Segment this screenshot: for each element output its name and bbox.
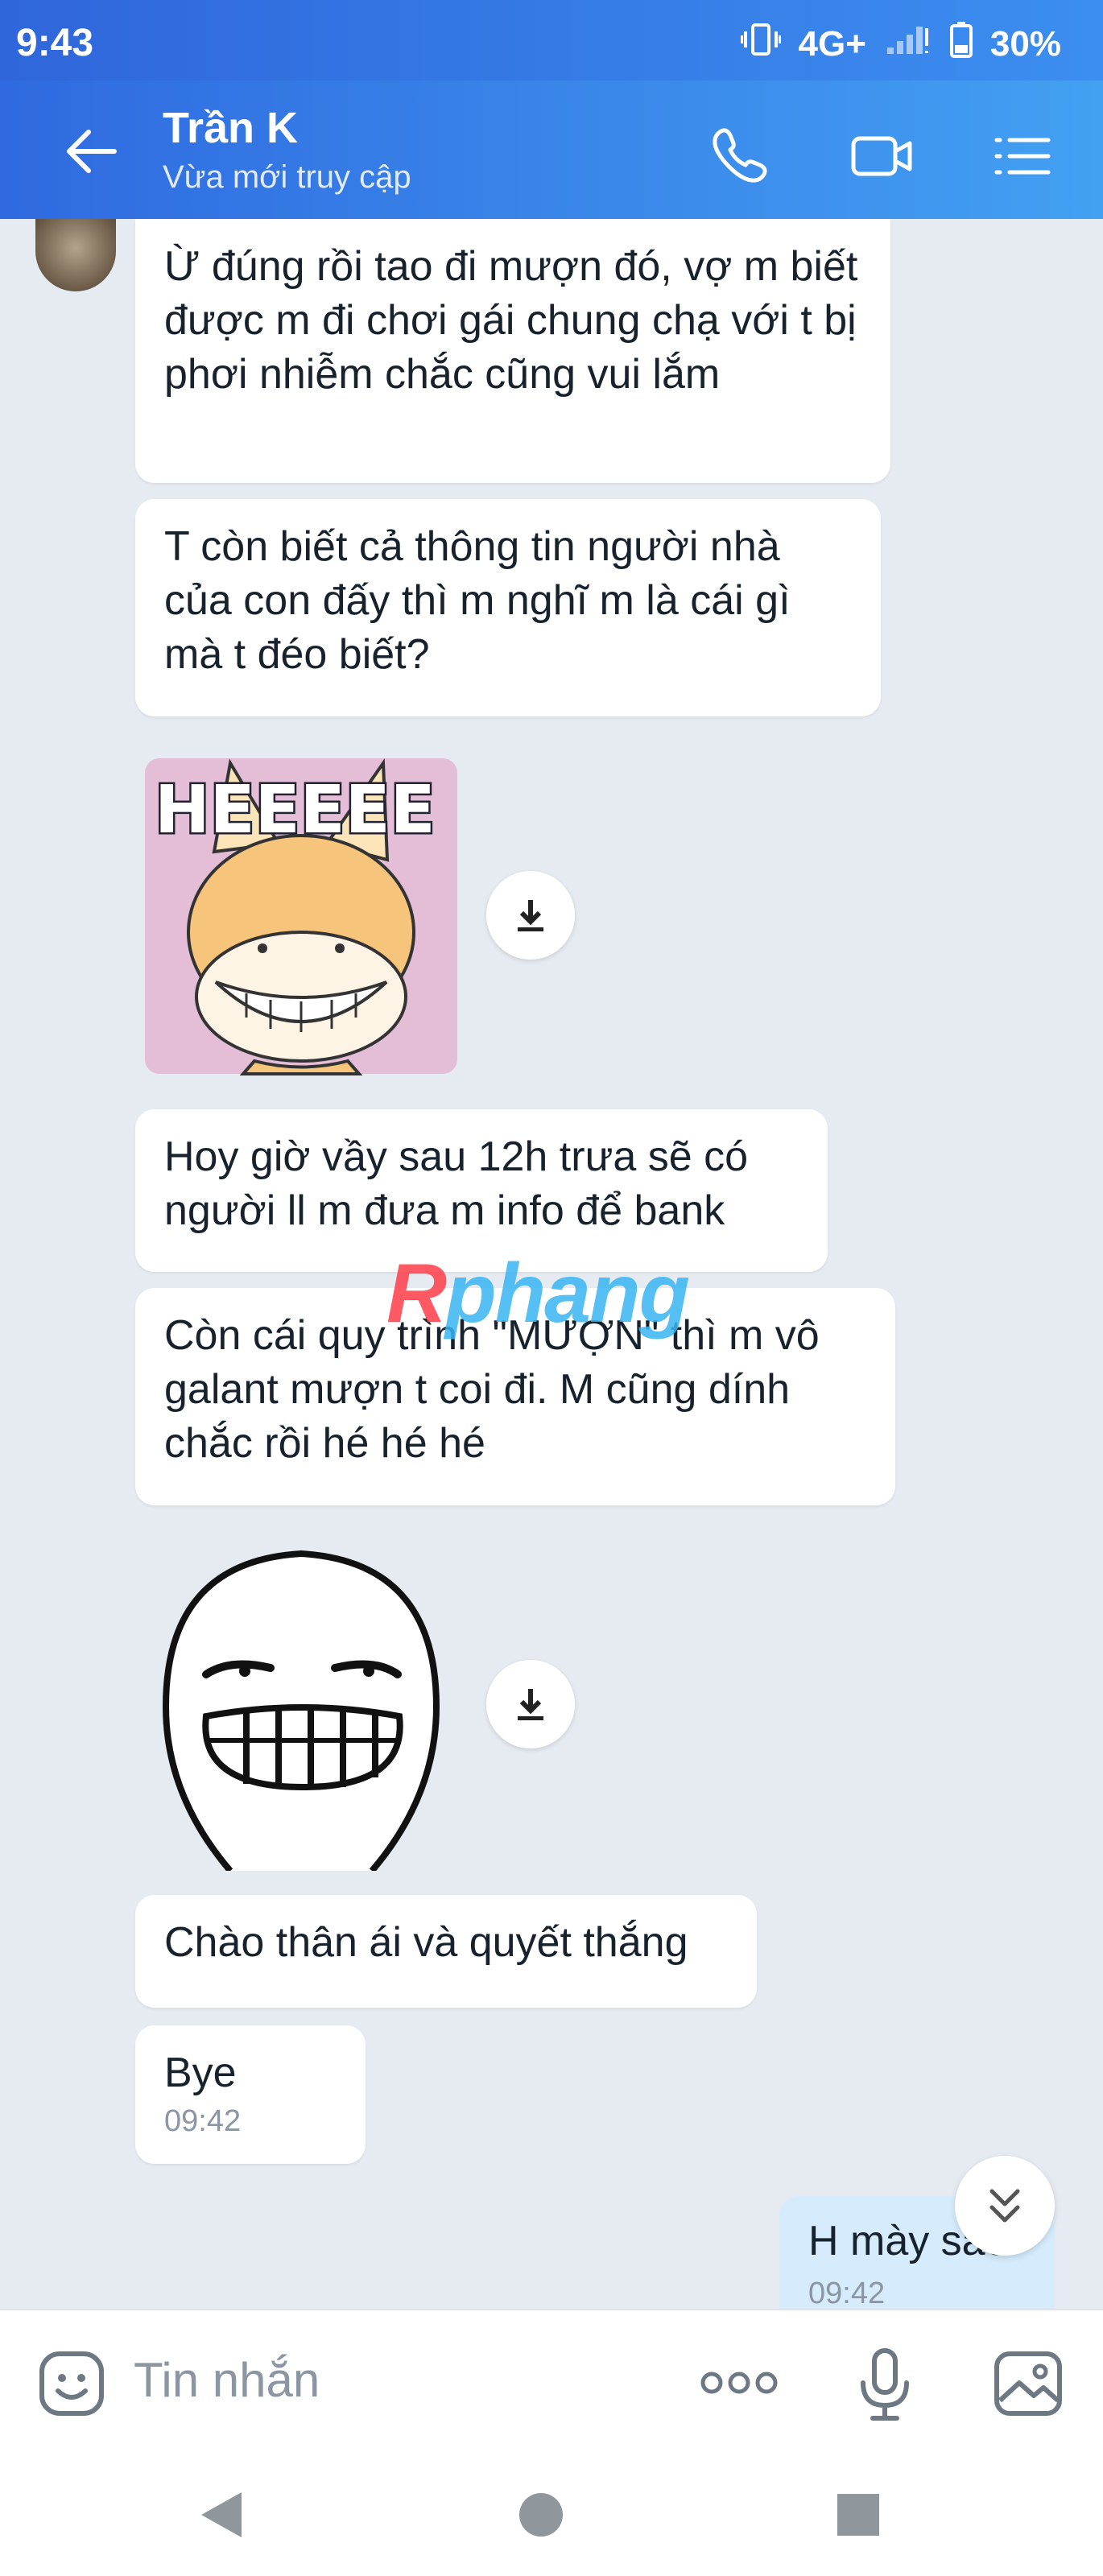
message-input-bar: Tin nhắn [0, 2309, 1103, 2455]
back-arrow-icon [67, 130, 117, 173]
battery-percent: 30% [989, 23, 1061, 64]
nav-back-button[interactable] [195, 2486, 253, 2544]
contact-status: Vừa mới truy cập [163, 159, 411, 195]
microphone-icon [861, 2348, 909, 2421]
message-time: 09:42 [808, 2277, 886, 2309]
battery-icon [949, 21, 973, 67]
message-time: 09:42 [164, 2104, 242, 2138]
message-bubble[interactable]: Bye 09:42 [135, 2025, 366, 2164]
message-bubble[interactable]: Còn cái quy trình "MƯỢN" thì m vô galant… [135, 1288, 895, 1505]
more-options-button[interactable] [699, 2368, 779, 2401]
contact-name[interactable]: Trần K [163, 103, 298, 153]
triangle-back-icon [201, 2492, 242, 2537]
sticker-message[interactable] [142, 1530, 461, 1873]
network-type: 4G+ [798, 23, 866, 64]
call-button[interactable] [708, 126, 770, 187]
message-bubble[interactable]: Ừ đúng rồi tao đi mượn đó, vợ m biết đượ… [135, 219, 890, 483]
voice-button[interactable] [857, 2346, 913, 2427]
video-call-button[interactable] [850, 126, 912, 187]
download-button[interactable] [486, 1660, 575, 1748]
nav-home-button[interactable] [512, 2486, 570, 2544]
message-input[interactable]: Tin nhắn [134, 2352, 320, 2408]
chat-header: Trần K Vừa mới truy cập [0, 80, 1103, 219]
more-dots-icon [700, 2372, 778, 2394]
status-time: 9:43 [16, 22, 94, 64]
emoji-button[interactable] [37, 2349, 106, 2422]
message-text: Bye [164, 2050, 237, 2096]
smug-grin-sticker [162, 1550, 440, 1873]
options-menu-button[interactable] [992, 126, 1053, 187]
message-bubble[interactable]: Hoy giờ vầy sau 12h trưa sẽ có người ll … [135, 1109, 828, 1272]
sticker-message[interactable]: HEEEEE [142, 755, 461, 1077]
download-icon [518, 900, 543, 931]
message-text: Còn cái quy trình "MƯỢN" thì m vô galant… [164, 1312, 820, 1467]
sticker-text: HEEEEE [155, 772, 436, 848]
download-icon [518, 1689, 543, 1720]
nav-recents-button[interactable] [829, 2486, 887, 2544]
back-button[interactable] [61, 121, 122, 182]
message-text: T còn biết cả thông tin người nhà của co… [164, 523, 791, 678]
scroll-to-bottom-button[interactable] [955, 2156, 1055, 2256]
chat-message-list[interactable]: Ừ đúng rồi tao đi mượn đó, vợ m biết đượ… [0, 219, 1103, 2309]
message-bubble[interactable]: Chào thân ái và quyết thắng [135, 1895, 757, 2008]
vibrate-icon [739, 22, 782, 66]
message-text: Chào thân ái và quyết thắng [164, 1919, 688, 1966]
gallery-button[interactable] [992, 2349, 1064, 2422]
video-call-icon [851, 136, 912, 176]
image-icon [994, 2351, 1062, 2416]
double-chevron-down-icon [989, 2189, 1020, 2223]
square-recents-icon [837, 2494, 879, 2536]
signal-icon [884, 22, 932, 66]
emoji-icon [39, 2351, 104, 2416]
message-bubble[interactable]: T còn biết cả thông tin người nhà của co… [135, 499, 881, 716]
phone-icon [713, 128, 767, 183]
message-text: Hoy giờ vầy sau 12h trưa sẽ có người ll … [164, 1133, 749, 1234]
menu-list-icon [994, 138, 1051, 175]
fox-grin-sticker: HEEEEE [145, 758, 457, 1075]
circle-home-icon [519, 2493, 563, 2537]
status-bar: 9:43 4G+ 30% [0, 0, 1103, 80]
system-navigation-bar [0, 2454, 1103, 2576]
status-icons: 4G+ 30% [739, 21, 1061, 67]
download-button[interactable] [486, 871, 575, 960]
contact-avatar[interactable] [35, 219, 116, 291]
message-text: Ừ đúng rồi tao đi mượn đó, vợ m biết đượ… [164, 243, 858, 398]
